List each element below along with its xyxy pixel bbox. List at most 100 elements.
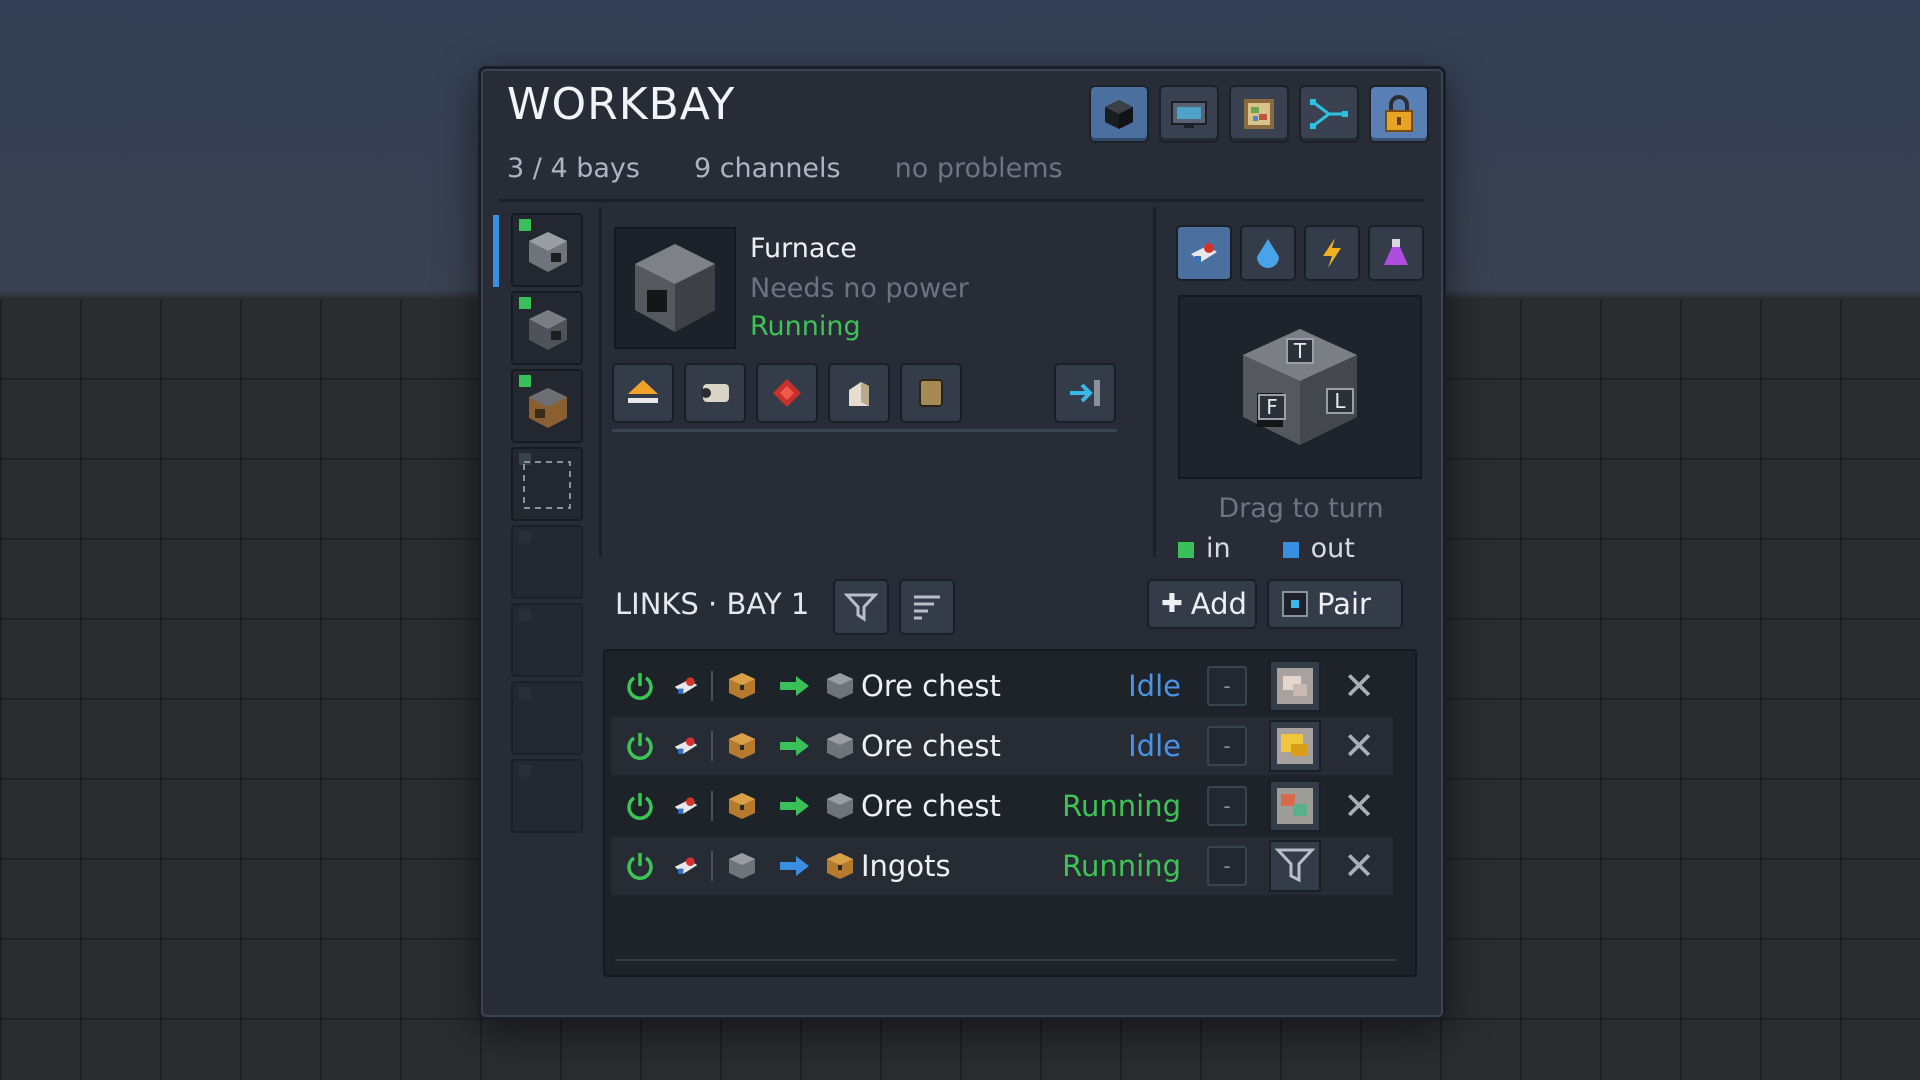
furnace-icon bbox=[529, 232, 567, 272]
close-icon: ✕ bbox=[1343, 784, 1375, 828]
add-link-label: Add bbox=[1190, 587, 1247, 621]
lock-icon bbox=[1385, 95, 1413, 132]
machine-power: Needs no power bbox=[750, 273, 969, 304]
power-icon bbox=[627, 733, 653, 760]
priority-button[interactable]: - bbox=[1207, 726, 1247, 766]
barrel-button[interactable] bbox=[900, 363, 962, 423]
delete-link-button[interactable]: ✕ bbox=[1343, 727, 1375, 765]
barrel-icon bbox=[919, 379, 943, 407]
source-icon-wrap bbox=[725, 729, 759, 763]
filter-slot[interactable] bbox=[1269, 780, 1321, 832]
links-title: LINKS · BAY 1 bbox=[615, 587, 810, 621]
delete-link-button[interactable]: ✕ bbox=[1343, 667, 1375, 705]
filter-slot[interactable] bbox=[1269, 660, 1321, 712]
toolbar bbox=[1089, 85, 1429, 143]
selected-bay-indicator bbox=[493, 215, 499, 287]
item-channel-icon bbox=[674, 857, 698, 874]
sort-button[interactable] bbox=[899, 579, 955, 635]
bay-count: 3 / 4 bays bbox=[507, 153, 640, 184]
close-icon: ✕ bbox=[1343, 844, 1375, 888]
lock-icon-button[interactable] bbox=[1369, 85, 1429, 143]
filter-slot[interactable] bbox=[1269, 840, 1321, 892]
panel-title: WORKBAY bbox=[507, 79, 736, 130]
link-row[interactable]: Ore chest Running - ✕ bbox=[611, 777, 1393, 835]
channel-type-icon-wrap bbox=[669, 849, 703, 883]
power-toggle-button[interactable] bbox=[623, 789, 657, 823]
crafting-icon bbox=[529, 388, 567, 428]
bay-slot-4[interactable] bbox=[511, 447, 583, 521]
power-toggle-button[interactable] bbox=[623, 729, 657, 763]
eject-button[interactable] bbox=[612, 363, 674, 423]
cube-icon-button[interactable] bbox=[1089, 85, 1149, 143]
item-channel-icon bbox=[674, 797, 698, 814]
header-divider bbox=[499, 199, 1425, 202]
furnace-cube-icon: T F L bbox=[1243, 329, 1357, 445]
machine-name: Furnace bbox=[750, 233, 857, 264]
row-separator bbox=[711, 851, 713, 881]
tab-fluid-channel[interactable] bbox=[1240, 225, 1296, 281]
source-icon-wrap bbox=[725, 789, 759, 823]
furnace-icon bbox=[635, 244, 715, 332]
item-channel-icon bbox=[674, 677, 698, 694]
link-row[interactable]: Ingots Running - ✕ bbox=[611, 837, 1393, 895]
funnel-icon bbox=[1274, 848, 1316, 883]
link-status: Running bbox=[1062, 849, 1181, 883]
chest-icon bbox=[827, 853, 853, 879]
network-icon-button[interactable] bbox=[1299, 85, 1359, 143]
link-row[interactable]: Ore chest Idle - ✕ bbox=[611, 717, 1393, 775]
filter-slot[interactable] bbox=[1269, 720, 1321, 772]
link-status: Idle bbox=[1128, 729, 1181, 763]
channel-type-icon-wrap bbox=[669, 789, 703, 823]
priority-button[interactable]: - bbox=[1207, 666, 1247, 706]
problem-status: no problems bbox=[894, 153, 1063, 184]
item-channel-icon bbox=[674, 737, 698, 754]
power-icon bbox=[627, 673, 653, 700]
power-toggle-button[interactable] bbox=[623, 849, 657, 883]
tab-energy-channel[interactable] bbox=[1304, 225, 1360, 281]
arrow-right-icon bbox=[780, 856, 809, 876]
gold-ore-icon bbox=[1277, 728, 1313, 764]
monitor-icon-button[interactable] bbox=[1159, 85, 1219, 143]
bay-slot-3[interactable] bbox=[511, 369, 583, 443]
bay-slot-1[interactable] bbox=[511, 213, 583, 287]
bay-status-dot bbox=[519, 531, 531, 543]
pair-label: Pair bbox=[1317, 587, 1371, 621]
tab-potion-channel[interactable] bbox=[1368, 225, 1424, 281]
direction-arrow-wrap bbox=[777, 669, 811, 703]
bay-status-dot bbox=[519, 765, 531, 777]
pair-button[interactable]: Pair bbox=[1267, 579, 1403, 629]
delete-link-button[interactable]: ✕ bbox=[1343, 787, 1375, 825]
monitor-icon bbox=[1171, 101, 1207, 128]
filter-button[interactable] bbox=[833, 579, 889, 635]
legend-in-label: in bbox=[1206, 533, 1231, 564]
source-icon-wrap bbox=[725, 669, 759, 703]
delete-link-button[interactable]: ✕ bbox=[1343, 847, 1375, 885]
sort-icon bbox=[914, 595, 940, 620]
drag-hint: Drag to turn bbox=[1218, 493, 1384, 524]
row-separator bbox=[711, 791, 713, 821]
furnace-icon bbox=[729, 853, 755, 879]
row-separator bbox=[711, 671, 713, 701]
export-button[interactable] bbox=[1054, 363, 1116, 423]
link-name: Ore chest bbox=[861, 729, 1001, 763]
link-status: Idle bbox=[1128, 669, 1181, 703]
priority-button[interactable]: - bbox=[1207, 786, 1247, 826]
iron-ore-icon bbox=[1277, 668, 1313, 704]
orientation-preview[interactable]: T F L bbox=[1178, 295, 1422, 479]
add-link-button[interactable]: ✚ Add bbox=[1147, 579, 1257, 629]
face-label-left: L bbox=[1334, 389, 1346, 413]
eject-icon bbox=[628, 380, 658, 403]
bay-slot-2[interactable] bbox=[511, 291, 583, 365]
map-icon-button[interactable] bbox=[1229, 85, 1289, 143]
ladder-button[interactable] bbox=[828, 363, 890, 423]
ruby-button[interactable] bbox=[756, 363, 818, 423]
legend-in: in bbox=[1178, 533, 1231, 564]
map-icon bbox=[1244, 99, 1274, 129]
power-toggle-button[interactable] bbox=[623, 669, 657, 703]
link-row[interactable]: Ore chest Idle - ✕ bbox=[611, 657, 1393, 715]
tab-item-channel[interactable] bbox=[1176, 225, 1232, 281]
priority-button[interactable]: - bbox=[1207, 846, 1247, 886]
scroll-button[interactable] bbox=[684, 363, 746, 423]
energy-channel-icon bbox=[1323, 238, 1341, 268]
row-separator bbox=[711, 731, 713, 761]
